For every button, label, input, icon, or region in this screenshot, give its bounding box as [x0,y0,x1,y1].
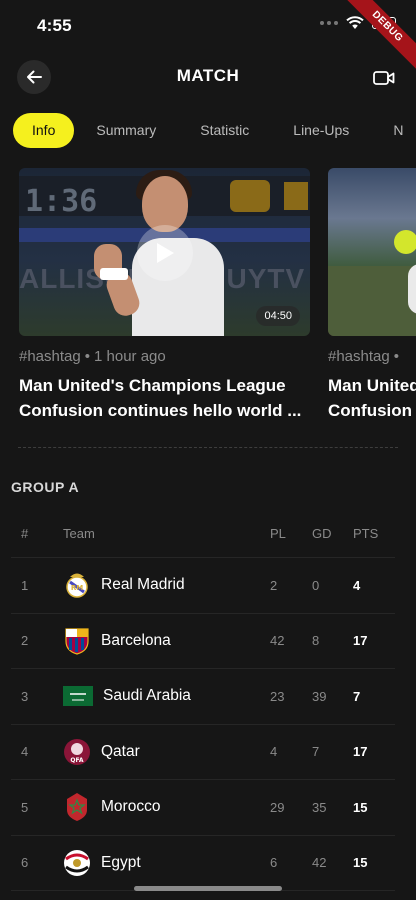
egypt-crest-icon [63,849,91,877]
team-pl: 2 [270,577,278,593]
barcelona-crest-icon [63,627,91,655]
status-time: 4:55 [37,16,72,35]
qatar-crest-icon: QFA [63,738,91,766]
status-icons [320,16,396,30]
table-row[interactable]: 2 Barcelona 42 8 17 [11,614,395,669]
video-camera-icon [373,71,395,85]
page-title: MATCH [176,66,240,85]
news-thumbnail[interactable] [328,168,416,336]
news-headline[interactable]: Man United's Champions League Confusion … [19,373,310,423]
saudi-arabia-flag-icon [63,682,93,710]
news-meta: #hashtag • 1 hour ago [19,348,166,365]
team-name: Barcelona [101,631,171,649]
news-headline[interactable]: Man United Confusion c [328,373,416,423]
section-divider [18,447,398,448]
svg-text:QFA: QFA [70,757,84,764]
table-row[interactable]: 5 Morocco 29 35 15 [11,780,395,836]
team-gd: 35 [312,799,327,815]
column-gd: GD [312,526,332,541]
team-gd: 42 [312,855,327,871]
news-meta: #hashtag • [328,348,399,365]
news-carousel: 1:36 ALLISON VAN UYTV 04:50 #hashtag•1 h… [19,168,416,428]
team-pts: 17 [353,633,368,649]
team-name: Real Madrid [101,576,185,594]
team-pl: 23 [270,688,285,704]
team-pl: 6 [270,855,278,871]
morocco-crest-icon [63,793,91,822]
team-rank: 4 [21,744,29,760]
team-pts: 4 [353,577,361,593]
team-name: Saudi Arabia [103,687,191,705]
team-gd: 8 [312,633,320,649]
home-indicator[interactable] [134,886,282,891]
team-name: Morocco [101,798,161,816]
team-pts: 15 [353,855,368,871]
real-madrid-crest-icon: RM [63,571,91,599]
tab-line-ups[interactable]: Line-Ups [271,113,371,148]
team-pl: 4 [270,744,278,760]
column-team: Team [63,526,95,541]
column-pl: PL [270,526,286,541]
status-bar: 4:55 [0,0,416,52]
team-gd: 7 [312,744,320,760]
news-card[interactable]: #hashtag• Man United Confusion c [328,168,416,428]
table-row[interactable]: 4 QFA Qatar 4 7 17 [11,725,395,780]
team-pts: 17 [353,744,368,760]
battery-icon [372,17,396,29]
video-button[interactable] [372,66,396,90]
signal-dots-icon [320,21,338,25]
team-pl: 29 [270,799,285,815]
table-header: # Team PL GD PTS [11,510,395,558]
table-row[interactable]: 1 RM Real Madrid 2 0 4 [11,558,395,614]
team-pl: 42 [270,633,285,649]
standings-table: # Team PL GD PTS 1 RM Real Madrid 2 0 4 … [11,510,395,891]
team-name: Egypt [101,853,141,871]
group-title: GROUP A [11,479,80,495]
tennis-ball-icon [394,230,416,254]
team-rank: 5 [21,799,29,815]
column-rank: # [21,526,29,541]
team-pts: 15 [353,799,368,815]
team-gd: 0 [312,577,320,593]
news-hashtag[interactable]: #hashtag [328,348,390,365]
news-time: 1 hour ago [94,348,166,365]
team-rank: 6 [21,855,29,871]
column-pts: PTS [353,526,379,541]
team-name: Qatar [101,742,140,760]
app-header: MATCH [0,58,416,98]
news-thumbnail[interactable]: 1:36 ALLISON VAN UYTV 04:50 [19,168,310,336]
wifi-icon [346,16,364,29]
tab-summary[interactable]: Summary [74,113,178,148]
match-tabs: Info Summary Statistic Line-Ups N [13,113,416,148]
news-hashtag[interactable]: #hashtag [19,348,81,365]
team-rank: 3 [21,688,29,704]
news-card[interactable]: 1:36 ALLISON VAN UYTV 04:50 #hashtag•1 h… [19,168,310,428]
tab-statistic[interactable]: Statistic [178,113,271,148]
tab-info[interactable]: Info [13,113,75,148]
table-row[interactable]: 6 Egypt 6 42 15 [11,836,395,891]
team-pts: 7 [353,688,361,704]
team-rank: 1 [21,577,29,593]
video-duration: 04:50 [256,306,300,326]
play-button[interactable] [137,225,193,281]
table-row[interactable]: 3 Saudi Arabia 23 39 7 [11,669,395,725]
tab-next[interactable]: N [371,113,416,148]
team-gd: 39 [312,688,327,704]
play-icon [157,243,174,263]
svg-text:RM: RM [71,584,83,592]
team-rank: 2 [21,633,29,649]
